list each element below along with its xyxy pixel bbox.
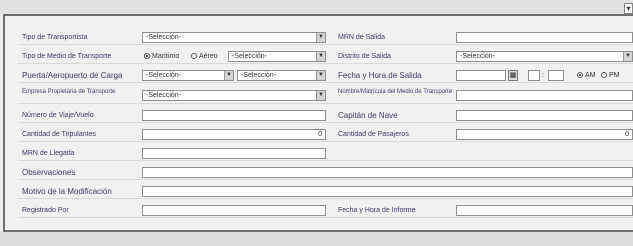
radio-am-label: AM [585,72,596,79]
chevron-down-icon[interactable]: ▼ [316,71,325,80]
tipo-medio-label: Tipo de Medio de Transporte [22,53,112,60]
window-control-icon[interactable]: ▾ [624,3,633,14]
empresa-propietaria-label: Empresa Propietaria de Transporte [22,89,116,95]
capitan-input[interactable] [456,110,633,121]
radio-aereo-label: Aéreo [199,53,218,60]
radio-pm-label: PM [609,72,620,79]
puerto-carga-select-1[interactable]: -Selección- ▼ [142,70,234,81]
capitan-label: Capitán de Nave [338,111,398,120]
distrito-salida-label: Distrito de Salida [338,53,391,60]
fecha-informe-input[interactable] [456,205,633,216]
registrado-por-label: Registrado Por [22,207,69,214]
empresa-propietaria-value: -Selección- [146,92,182,99]
motivo-label: Motivo de la Modificación [22,187,112,196]
form-panel [3,14,633,232]
bottom-bar [0,232,633,246]
fecha-salida-date-input[interactable] [456,70,506,81]
cantidad-pasajeros-input[interactable]: 0 [456,129,633,140]
time-separator: : [542,72,544,79]
mrn-salida-label: MRN de Salida [338,34,386,41]
puerto-carga-value-2: -Selección- [241,72,277,79]
numero-viaje-label: Número de Viaje/Vuelo [22,112,94,119]
observaciones-label: Observaciones [22,168,76,177]
radio-maritimo-label: Marítimo [152,53,180,60]
puerto-carga-label: Puerta/Aeropuerto de Carga [22,71,123,80]
mrn-llegada-label: MRN de Llegada [22,150,75,157]
numero-viaje-input[interactable] [142,110,326,121]
tipo-medio-select-value: -Selección- [232,53,268,60]
fecha-salida-minute-input[interactable] [548,70,564,81]
chevron-down-icon[interactable]: ▼ [316,91,325,100]
tipo-transportista-value: -Selección- [146,34,182,41]
tipo-transportista-select[interactable]: -Selección- ▼ [142,32,326,43]
radio-am[interactable] [577,72,583,78]
radio-pm[interactable] [601,72,607,78]
radio-aereo[interactable] [191,53,197,59]
tipo-transportista-label: Tipo de Transportista [22,34,88,41]
cantidad-pasajeros-label: Cantidad de Pasajeros [338,131,409,138]
cantidad-tripulantes-input[interactable]: 0 [142,129,326,140]
radio-maritimo[interactable] [144,53,150,59]
motivo-input[interactable] [142,186,633,197]
fecha-informe-label: Fecha y Hora de Informe [338,207,416,214]
tipo-medio-select[interactable]: -Selección- ▼ [228,51,326,62]
puerto-carga-select-2[interactable]: -Selección- ▼ [237,70,326,81]
chevron-down-icon[interactable]: ▼ [316,52,325,61]
mrn-llegada-input[interactable] [142,148,326,159]
cantidad-tripulantes-label: Cantidad de Tripulantes [22,131,96,138]
top-toolbar: ▾ [0,0,633,14]
calendar-icon[interactable]: ▦ [508,70,518,81]
puerto-carga-value-1: -Selección- [146,72,182,79]
fecha-salida-hour-input[interactable] [528,70,540,81]
nombre-matricula-input[interactable] [456,90,633,101]
mrn-salida-input[interactable] [456,32,633,43]
chevron-down-icon[interactable]: ▼ [224,71,233,80]
chevron-down-icon[interactable]: ▼ [316,33,325,42]
fecha-salida-label: Fecha y Hora de Salida [338,71,422,80]
observaciones-input[interactable] [142,167,633,178]
empresa-propietaria-select[interactable]: -Selección- ▼ [142,90,326,101]
registrado-por-input[interactable] [142,205,326,216]
chevron-down-icon[interactable]: ▼ [623,52,632,61]
distrito-salida-value: -Selección- [460,53,496,60]
nombre-matricula-label: Nombre/Matrícula del Medio de Transporte [338,89,453,95]
distrito-salida-select[interactable]: -Selección- ▼ [456,51,633,62]
